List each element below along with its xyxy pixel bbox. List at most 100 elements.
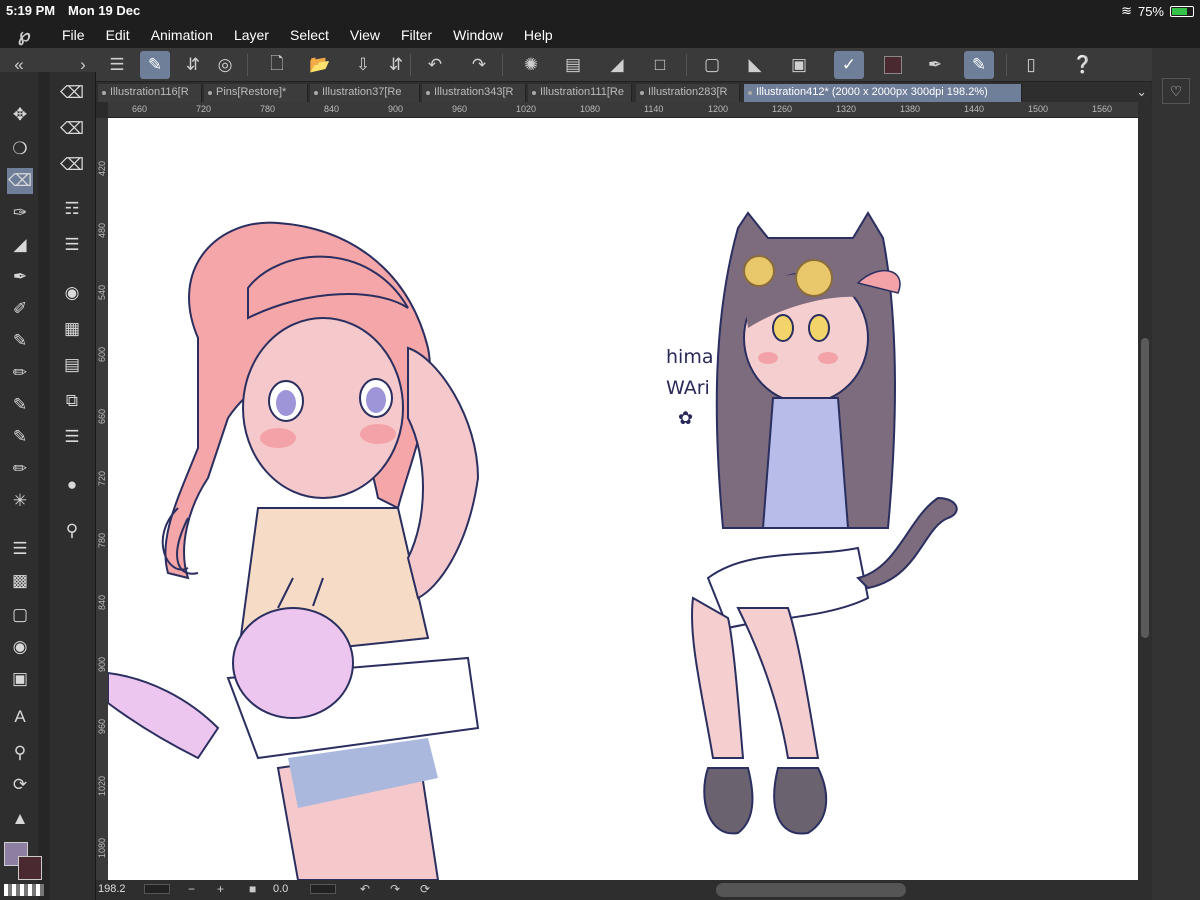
rotation-value[interactable]: 0.0: [273, 883, 288, 895]
open-folder-icon[interactable]: 📂: [305, 51, 335, 79]
save-options-icon[interactable]: ⇵: [381, 51, 411, 79]
menu-file[interactable]: File: [62, 27, 85, 43]
save-icon[interactable]: ⇩: [348, 51, 378, 79]
layer-stack-icon[interactable]: ☶: [58, 196, 86, 222]
brush-tool-icon[interactable]: ✎: [7, 328, 33, 354]
menu-edit[interactable]: Edit: [106, 27, 130, 43]
separator: [686, 54, 687, 76]
eraser-vector-icon[interactable]: ⌫: [58, 152, 86, 178]
tab-illustration283[interactable]: Illustration283[R: [636, 84, 740, 102]
selection-border-icon[interactable]: ▣: [784, 51, 814, 79]
menu-layer[interactable]: Layer: [234, 27, 269, 43]
favorites-heart-icon[interactable]: ♡: [1162, 78, 1190, 104]
rotate-tool-icon[interactable]: ⟳: [7, 772, 33, 798]
zoom-in-icon[interactable]: +: [217, 882, 224, 896]
zoom-tool-icon[interactable]: ⚲: [7, 740, 33, 766]
horizontal-scrollbar[interactable]: [716, 883, 906, 897]
list-detail-icon[interactable]: ☰: [58, 424, 86, 450]
tab-illustration111[interactable]: Illustration111[Re: [528, 84, 632, 102]
layer-props-icon[interactable]: ▩: [7, 568, 33, 594]
menu-select[interactable]: Select: [290, 27, 329, 43]
menu-view[interactable]: View: [350, 27, 380, 43]
menu-window[interactable]: Window: [453, 27, 503, 43]
spiral-icon[interactable]: ◎: [210, 51, 240, 79]
layers-icon[interactable]: ☰: [58, 232, 86, 258]
fit-icon[interactable]: ■: [249, 882, 256, 896]
tab-pins[interactable]: Pins[Restore]*: [204, 84, 308, 102]
help-icon[interactable]: ❔: [1068, 51, 1098, 79]
edit-mode-icon[interactable]: ✎: [140, 51, 170, 79]
tab-illustration412-active[interactable]: Illustration412* (2000 x 2000px 300dpi 1…: [744, 84, 1022, 102]
vertical-scroll-thumb[interactable]: [1141, 338, 1149, 638]
brush-size-icon[interactable]: ✒: [920, 51, 950, 79]
zoom-out-icon[interactable]: −: [188, 882, 195, 896]
menu-filter[interactable]: Filter: [401, 27, 432, 43]
ruler-left-label: 960: [97, 718, 107, 734]
blend-tool-icon[interactable]: ◉: [7, 634, 33, 660]
zoom-value[interactable]: 198.2: [98, 883, 126, 895]
new-canvas-icon[interactable]: 🗋: [262, 51, 292, 79]
deselect-icon[interactable]: ▢: [697, 51, 727, 79]
fill-tool-icon[interactable]: ◢: [7, 232, 33, 258]
transform-icon[interactable]: □: [645, 51, 675, 79]
reset-rotation-icon[interactable]: ⟳: [420, 882, 430, 896]
transparent-color-swatch[interactable]: [4, 884, 44, 896]
move-tool-icon[interactable]: ✥: [7, 102, 33, 128]
app-window: 5:19 PM Mon 19 Dec ≋ 75% ℘ File Edit Ani…: [0, 0, 1200, 900]
grid-icon[interactable]: ▦: [58, 316, 86, 342]
bucket-icon[interactable]: ◢: [602, 51, 632, 79]
menu-help[interactable]: Help: [524, 27, 553, 43]
ruler-top-label: 1020: [516, 104, 537, 114]
drawing-canvas[interactable]: hima WAri ✿: [108, 118, 1138, 880]
gradient-tool-icon[interactable]: ▣: [7, 666, 33, 692]
marker-tool-icon[interactable]: ✏: [7, 456, 33, 482]
ruler-top-label: 720: [196, 104, 212, 114]
undo-icon[interactable]: ↶: [420, 51, 450, 79]
ruler-left-label: 1020: [97, 775, 107, 796]
eraser-hard-icon[interactable]: ⌫: [58, 80, 86, 106]
film-icon[interactable]: ▤: [58, 352, 86, 378]
copy-icon[interactable]: ⧉: [58, 388, 86, 414]
redo-icon[interactable]: ↷: [464, 51, 494, 79]
tab-illustration37[interactable]: Illustration37[Re: [310, 84, 420, 102]
pen-tool-icon[interactable]: ✒: [7, 264, 33, 290]
pen-snap-icon[interactable]: ✎: [964, 51, 994, 79]
list-icon[interactable]: ☰: [7, 536, 33, 562]
object-tool-icon[interactable]: ▲: [7, 806, 33, 832]
menu-animation[interactable]: Animation: [151, 27, 213, 43]
drops-icon[interactable]: ●: [58, 472, 86, 498]
circle-icon[interactable]: ◉: [58, 280, 86, 306]
sparkle-tool-icon[interactable]: ✳: [7, 488, 33, 514]
fill-icon[interactable]: ▤: [558, 51, 588, 79]
rotate-left-icon[interactable]: ↶: [360, 882, 370, 896]
smartphone-icon[interactable]: ▯: [1016, 51, 1046, 79]
app-logo-icon[interactable]: ℘: [18, 25, 40, 45]
eyedropper-tool-icon[interactable]: ✑: [7, 200, 33, 226]
up-down-icon[interactable]: ⇵: [178, 51, 208, 79]
ruler-left-label: 900: [97, 656, 107, 672]
rotate-right-icon[interactable]: ↷: [390, 882, 400, 896]
rotation-slider[interactable]: [310, 884, 336, 894]
blue-pen-icon[interactable]: ✎: [7, 392, 33, 418]
ink-pen-icon[interactable]: ✐: [7, 296, 33, 322]
tab-illustration116[interactable]: Illustration116[R: [98, 84, 202, 102]
text-tool-icon[interactable]: A: [7, 704, 33, 730]
drawing-color-swatch[interactable]: [878, 51, 908, 79]
hamburger-menu-icon[interactable]: ☰: [102, 51, 132, 79]
tab-illustration343[interactable]: Illustration343[R: [422, 84, 526, 102]
sub-color-swatch[interactable]: [18, 856, 42, 880]
ruler-snap-icon[interactable]: ✓: [834, 51, 864, 79]
zoom-slider[interactable]: [144, 884, 170, 894]
eraser-tool-icon[interactable]: ⌫: [7, 168, 33, 194]
tabs-dropdown-icon[interactable]: ⌄: [1136, 84, 1147, 100]
clear-icon[interactable]: ✺: [516, 51, 546, 79]
vertical-scrollbar[interactable]: [1138, 102, 1152, 880]
invert-selection-icon[interactable]: ◣: [740, 51, 770, 79]
red-pen-icon[interactable]: ✎: [7, 424, 33, 450]
search-icon[interactable]: ⚲: [58, 518, 86, 544]
pencil-tool-icon[interactable]: ✏: [7, 360, 33, 386]
lasso-tool-icon[interactable]: ❍: [7, 136, 33, 162]
eraser-soft-icon[interactable]: ⌫: [58, 116, 86, 142]
color-indicator[interactable]: [4, 842, 44, 882]
rectangle-tool-icon[interactable]: ▢: [7, 602, 33, 628]
